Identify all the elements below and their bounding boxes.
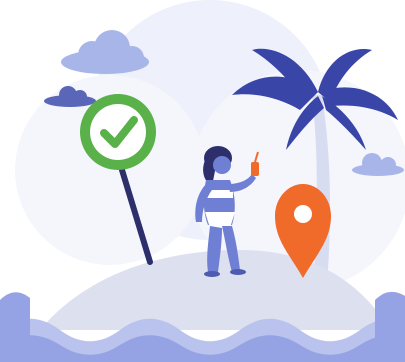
travel-illustration <box>0 0 405 362</box>
illustration-canvas <box>0 0 405 362</box>
